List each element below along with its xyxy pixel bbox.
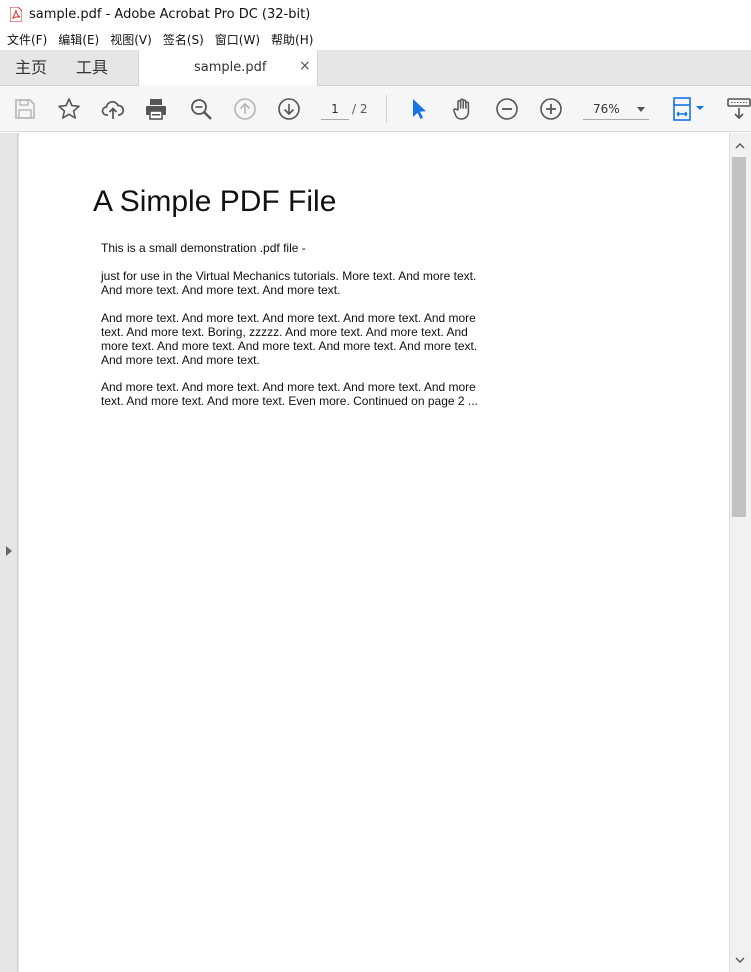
toolbar-divider (386, 95, 387, 123)
left-panel-rail[interactable] (0, 133, 18, 972)
document-viewport: A Simple PDF File This is a small demons… (0, 133, 751, 972)
close-tab-icon[interactable]: × (299, 58, 311, 74)
page-number-input[interactable]: 1 (321, 98, 349, 120)
window-title: sample.pdf - Adobe Acrobat Pro DC (32-bi… (29, 7, 311, 22)
menu-view[interactable]: 视图(V) (103, 31, 152, 48)
zoom-level-value: 76% (593, 102, 620, 116)
select-cursor-icon[interactable] (407, 97, 431, 121)
page-total: / 2 (352, 102, 368, 116)
document-paragraph: And more text. And more text. And more t… (101, 311, 478, 367)
cloud-upload-icon[interactable] (101, 97, 125, 121)
title-bar: sample.pdf - Adobe Acrobat Pro DC (32-bi… (0, 0, 751, 29)
fit-page-icon[interactable] (671, 97, 707, 121)
vertical-scrollbar[interactable] (729, 133, 751, 972)
menu-edit[interactable]: 编辑(E) (51, 31, 99, 48)
document-paragraph: just for use in the Virtual Mechanics tu… (101, 269, 477, 297)
scrollbar-thumb[interactable] (732, 157, 746, 517)
tab-document-label: sample.pdf (194, 60, 267, 75)
hand-tool-icon[interactable] (451, 97, 475, 121)
tab-home[interactable]: 主页 (15, 50, 47, 85)
zoom-in-icon[interactable] (539, 97, 563, 121)
menu-bar: 文件(F) 编辑(E) 视图(V) 签名(S) 窗口(W) 帮助(H) (0, 29, 751, 50)
toolbar: 1 / 2 76% (0, 86, 751, 132)
menu-sign[interactable]: 签名(S) (156, 31, 204, 48)
acrobat-pdf-icon (10, 7, 22, 22)
tab-tools[interactable]: 工具 (76, 50, 108, 85)
page-down-icon[interactable] (277, 97, 301, 121)
zoom-search-icon[interactable] (189, 97, 213, 121)
bookmark-star-icon[interactable] (57, 97, 81, 121)
menu-help[interactable]: 帮助(H) (264, 31, 313, 48)
document-heading: A Simple PDF File (93, 185, 337, 218)
more-tools-icon[interactable] (727, 97, 751, 121)
tab-row: 主页 工具 sample.pdf × (0, 50, 751, 86)
chevron-down-icon (637, 107, 645, 112)
scroll-up-icon[interactable] (735, 141, 745, 151)
menu-file[interactable]: 文件(F) (0, 31, 47, 48)
page-up-icon[interactable] (233, 97, 257, 121)
document-paragraph: This is a small demonstration .pdf file … (101, 241, 306, 255)
zoom-level-select[interactable]: 76% (583, 98, 649, 120)
zoom-out-icon[interactable] (495, 97, 519, 121)
print-icon[interactable] (144, 97, 168, 121)
save-icon[interactable] (13, 97, 37, 121)
pdf-page: A Simple PDF File This is a small demons… (19, 133, 729, 972)
tab-document[interactable]: sample.pdf × (138, 50, 318, 86)
menu-window[interactable]: 窗口(W) (208, 31, 260, 48)
expand-panel-icon[interactable] (6, 546, 12, 556)
scroll-down-icon[interactable] (735, 955, 745, 965)
document-paragraph: And more text. And more text. And more t… (101, 380, 478, 408)
